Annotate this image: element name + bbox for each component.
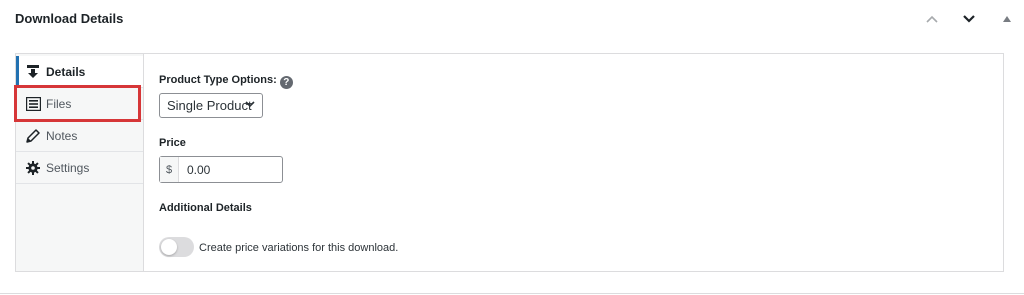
details-sidebar: Details Files Notes Settings [16, 54, 144, 271]
price-variations-label: Create price variations for this downloa… [199, 242, 399, 254]
chevron-up-icon [926, 15, 938, 23]
move-down-button[interactable] [959, 9, 979, 29]
price-label: Price [159, 137, 186, 149]
product-type-label: Product Type Options:? [159, 74, 293, 89]
help-icon[interactable]: ? [279, 76, 293, 89]
move-up-button[interactable] [922, 9, 942, 29]
triangle-up-icon [1003, 16, 1011, 22]
toggle-knob [161, 239, 177, 255]
price-input[interactable] [179, 157, 282, 182]
tab-files[interactable]: Files [16, 88, 143, 120]
download-icon [25, 64, 41, 80]
pencil-icon [25, 128, 41, 144]
tab-details[interactable]: Details [16, 56, 143, 88]
product-type-selected: Single Product [167, 98, 252, 113]
tab-details-label: Details [46, 64, 86, 79]
divider [0, 293, 1024, 294]
additional-details-label: Additional Details [159, 202, 252, 214]
product-type-label-text: Product Type Options: [159, 74, 277, 86]
product-type-select[interactable]: Single Product [159, 93, 263, 118]
currency-symbol: $ [160, 157, 179, 182]
tab-files-label: Files [46, 96, 72, 111]
tab-notes-label: Notes [46, 128, 78, 143]
metabox-title: Download Details [15, 11, 124, 26]
tab-settings[interactable]: Settings [16, 152, 143, 184]
price-field: $ [159, 156, 283, 183]
list-icon [25, 96, 41, 112]
gear-icon [25, 160, 41, 176]
chevron-down-icon [963, 15, 975, 23]
tab-settings-label: Settings [46, 160, 90, 175]
metabox-header: Download Details [0, 0, 1024, 38]
price-variations-toggle[interactable] [159, 237, 194, 257]
tab-notes[interactable]: Notes [16, 120, 143, 152]
toggle-panel-button[interactable] [997, 9, 1017, 29]
chevron-down-icon [245, 101, 255, 108]
